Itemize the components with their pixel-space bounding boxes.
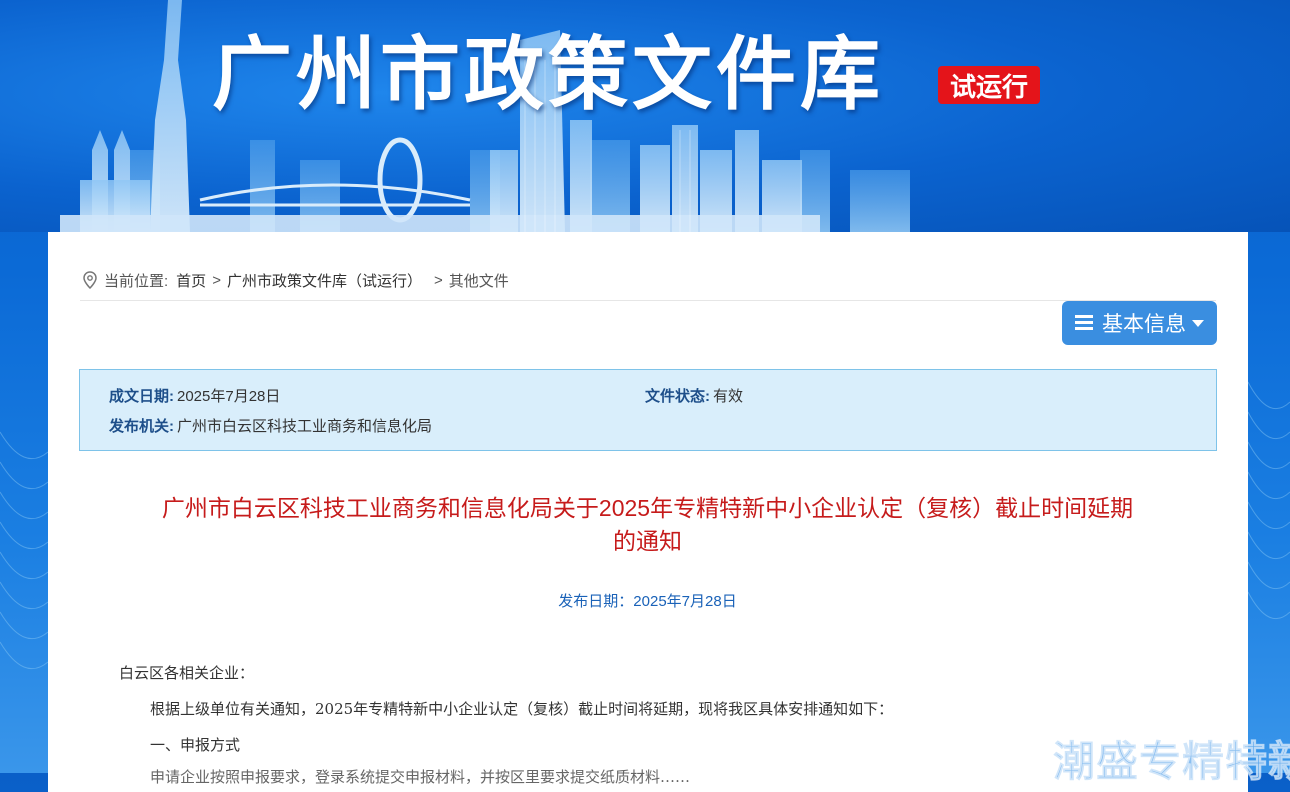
info-status-row: 文件状态: 有效 (645, 385, 743, 406)
document-title-line2: 的通知 (613, 528, 682, 554)
site-title: 广州市政策文件库 (212, 27, 884, 121)
breadcrumb-divider (80, 300, 1216, 301)
document-title-line1: 广州市白云区科技工业商务和信息化局关于2025年专精特新中小企业认定（复核）截止… (161, 495, 1134, 521)
issuer-label: 发布机关: (109, 418, 174, 435)
trial-badge: 试运行 (938, 66, 1040, 104)
location-pin-icon (83, 271, 97, 289)
watermark: 潮盛专精特新 (1052, 737, 1290, 787)
header-banner: 广州市政策文件库 试运行 (0, 0, 1290, 232)
basic-info-toggle-button[interactable]: 基本信息 (1062, 301, 1217, 345)
salutation: 白云区各相关企业： (119, 664, 255, 682)
breadcrumb-library-link[interactable]: 广州市政策文件库（试运行） (227, 270, 422, 291)
date-label: 成文日期: (109, 388, 174, 405)
basic-info-box (79, 369, 1217, 451)
breadcrumb-separator: > (433, 271, 443, 289)
breadcrumb-home-link[interactable]: 首页 (176, 270, 206, 291)
document-title: 广州市白云区科技工业商务和信息化局关于2025年专精特新中小企业认定（复核）截止… (100, 492, 1195, 558)
menu-icon (1075, 315, 1093, 331)
issuer-value: 广州市白云区科技工业商务和信息化局 (177, 418, 433, 435)
breadcrumb-current: 其他文件 (448, 272, 509, 290)
status-value: 有效 (713, 388, 744, 405)
basic-info-label: 基本信息 (1102, 313, 1186, 336)
info-issuer-row: 发布机关: 广州市白云区科技工业商务和信息化局 (109, 415, 432, 436)
date-value: 2025年7月28日 (177, 388, 281, 405)
publish-date: 发布日期：2025年7月28日 (558, 593, 737, 610)
breadcrumb-separator: > (212, 271, 221, 289)
caret-down-icon (1192, 319, 1204, 327)
status-label: 文件状态: (645, 388, 710, 405)
breadcrumb: 当前位置: 首页 > 广州市政策文件库（试运行） > 其他文件 (82, 268, 509, 292)
right-decorative-wave (1248, 381, 1290, 620)
body-paragraph: 根据上级单位有关通知，2025年专精特新中小企业认定（复核）截止时间将延期，现将… (150, 700, 894, 718)
left-decorative-wave (0, 431, 48, 670)
section-heading: 一、申报方式 (150, 736, 241, 754)
breadcrumb-prefix: 当前位置: (104, 272, 169, 290)
body-paragraph: 申请企业按照申报要求，登录系统提交申报材料，并按区里要求提交纸质材料…… (150, 768, 691, 786)
info-date-row: 成文日期: 2025年7月28日 (109, 385, 280, 406)
